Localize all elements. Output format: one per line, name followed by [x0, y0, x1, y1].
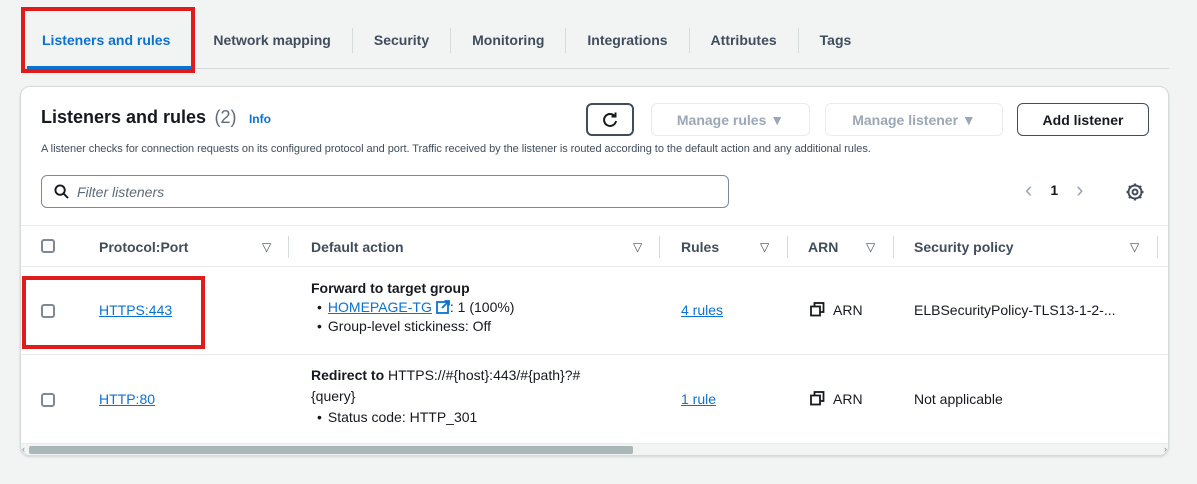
col-protocol-port[interactable]: Protocol:Port: [99, 226, 188, 267]
sort-rules-icon[interactable]: ▽: [760, 240, 769, 254]
table-row: HTTP:80 Redirect to HTTPS://#{host}:443/…: [21, 355, 1168, 445]
col-security-policy[interactable]: Security policy: [914, 226, 1014, 267]
settings-gear-icon[interactable]: [1125, 182, 1145, 202]
listener-count: (2): [214, 107, 237, 127]
target-group-link[interactable]: HOMEPAGE-TG: [328, 299, 432, 315]
row-select-checkbox[interactable]: [41, 304, 55, 318]
listener-link-http-80[interactable]: HTTP:80: [99, 391, 155, 407]
tab-listeners-and-rules[interactable]: Listeners and rules: [24, 28, 191, 53]
table-header: Protocol:Port ▽ Default action ▽ Rules ▽…: [21, 225, 1168, 267]
tab-security[interactable]: Security: [353, 27, 452, 53]
sort-arn-icon[interactable]: ▽: [866, 240, 875, 254]
tab-tags[interactable]: Tags: [799, 28, 873, 53]
status-code-line: Status code: HTTP_301: [311, 407, 580, 428]
listeners-panel: Listeners and rules (2) Info A listener …: [20, 86, 1169, 456]
action-title: Redirect to: [311, 367, 385, 383]
table-row: HTTPS:443 Forward to target group HOMEPA…: [21, 267, 1168, 355]
redirect-target-cont: {query}: [311, 388, 356, 404]
panel-title: Listeners and rules: [41, 107, 207, 127]
scroll-right-icon[interactable]: ›: [1164, 444, 1167, 455]
listener-link-https-443[interactable]: HTTPS:443: [99, 302, 172, 318]
target-group-line: HOMEPAGE-TG : 1 (100%): [311, 299, 515, 315]
tab-integrations[interactable]: Integrations: [566, 27, 690, 53]
row-select-checkbox[interactable]: [41, 393, 55, 407]
arn-copy[interactable]: ARN: [810, 391, 863, 407]
stickiness-text: Group-level stickiness: Off: [327, 318, 492, 334]
column-divider[interactable]: [288, 236, 289, 258]
sort-security-policy-icon[interactable]: ▽: [1130, 240, 1139, 254]
default-action-cell: Forward to target group HOMEPAGE-TG : 1 …: [311, 280, 514, 334]
redirect-line: Redirect to HTTPS://#{host}:443/#{path}?…: [311, 365, 580, 386]
manage-rules-button[interactable]: Manage rules ▼: [651, 103, 810, 136]
tab-monitoring[interactable]: Monitoring: [451, 27, 567, 53]
external-link-icon[interactable]: [435, 300, 450, 314]
scrollbar-thumb[interactable]: [29, 446, 633, 454]
redirect-target: HTTPS://#{host}:443/#{path}?#: [384, 367, 581, 383]
panel-description: A listener checks for connection request…: [41, 143, 871, 155]
active-tab-indicator: [27, 66, 191, 70]
rules-link[interactable]: 4 rules: [681, 302, 723, 318]
prev-page-icon[interactable]: ‹: [1025, 179, 1032, 201]
search-icon: [54, 184, 69, 199]
column-divider[interactable]: [893, 236, 894, 258]
target-weight: : 1 (100%): [449, 299, 515, 315]
refresh-icon: [603, 112, 617, 127]
col-default-action[interactable]: Default action: [311, 226, 404, 267]
filter-listeners-input[interactable]: [77, 183, 677, 200]
col-arn[interactable]: ARN: [808, 226, 838, 267]
tab-bar: Listeners and rules Network mapping Secu…: [24, 12, 1169, 69]
add-listener-button[interactable]: Add listener: [1017, 103, 1149, 136]
action-title: Forward to target group: [311, 280, 470, 296]
column-divider[interactable]: [1157, 236, 1158, 258]
status-code-text: Status code: HTTP_301: [327, 409, 478, 425]
arn-label: ARN: [833, 302, 863, 318]
rules-link[interactable]: 1 rule: [681, 391, 716, 407]
column-divider[interactable]: [659, 236, 660, 258]
col-rules[interactable]: Rules: [681, 226, 719, 267]
panel-header: Listeners and rules (2) Info: [41, 107, 271, 128]
security-policy-value: ELBSecurityPolicy-TLS13-1-2-...: [914, 302, 1116, 318]
sort-protocol-port-icon[interactable]: ▽: [262, 240, 271, 254]
refresh-button[interactable]: [586, 103, 634, 136]
sort-default-action-icon[interactable]: ▽: [633, 240, 642, 254]
filter-box: [41, 175, 729, 208]
security-policy-value: Not applicable: [914, 391, 1003, 407]
scroll-left-icon[interactable]: ‹: [22, 444, 25, 455]
horizontal-scrollbar[interactable]: ‹ ›: [21, 443, 1168, 455]
default-action-cell: Redirect to HTTPS://#{host}:443/#{path}?…: [311, 365, 580, 428]
pagination: ‹ 1 ›: [1025, 179, 1083, 201]
current-page[interactable]: 1: [1050, 182, 1058, 198]
copy-icon[interactable]: [810, 302, 825, 317]
select-all-checkbox[interactable]: [41, 239, 55, 253]
manage-listener-button[interactable]: Manage listener ▼: [825, 103, 1003, 136]
column-divider[interactable]: [787, 236, 788, 258]
stickiness-line: Group-level stickiness: Off: [311, 318, 514, 334]
arn-copy[interactable]: ARN: [810, 302, 863, 318]
next-page-icon[interactable]: ›: [1076, 179, 1083, 201]
tab-attributes[interactable]: Attributes: [690, 27, 799, 53]
info-link[interactable]: Info: [249, 112, 271, 126]
tab-network-mapping[interactable]: Network mapping: [191, 27, 353, 53]
copy-icon[interactable]: [810, 391, 825, 406]
arn-label: ARN: [833, 391, 863, 407]
